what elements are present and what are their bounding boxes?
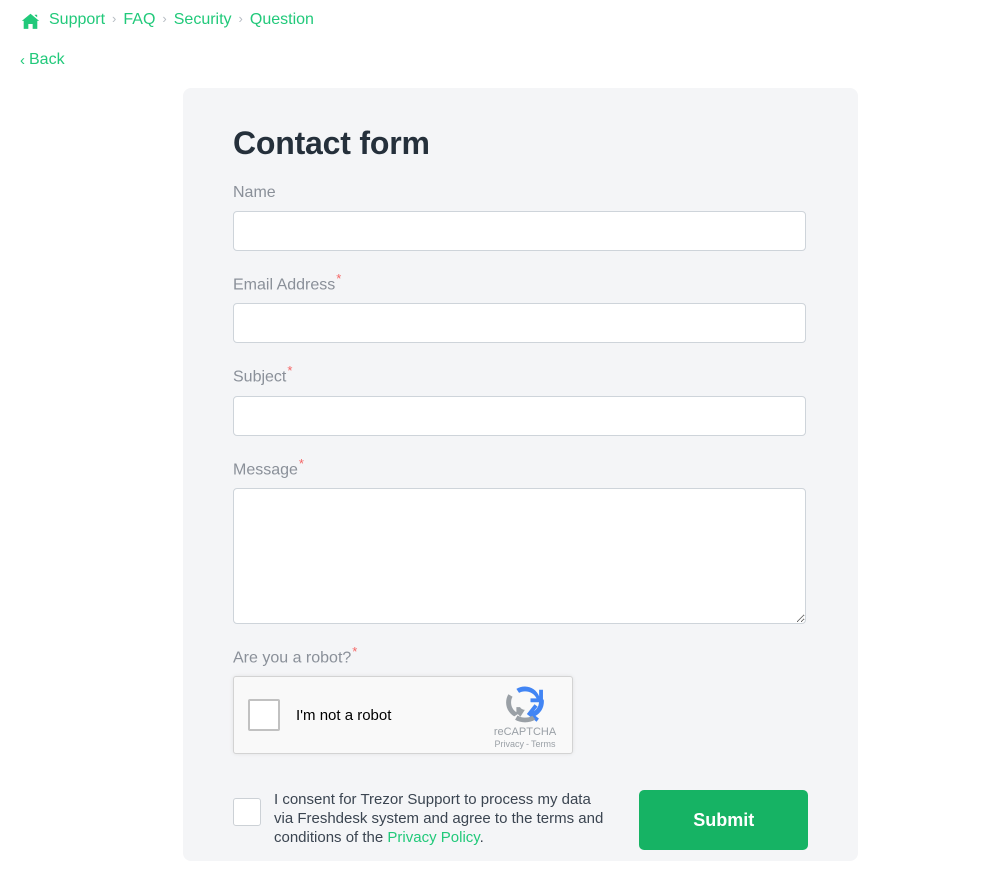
subject-input[interactable] — [233, 395, 806, 436]
back-link[interactable]: ‹ Back — [20, 49, 65, 71]
recaptcha-links: Privacy - Terms — [486, 739, 564, 750]
recaptcha-branding: reCAPTCHA Privacy - Terms — [486, 681, 564, 750]
recaptcha-checkbox[interactable] — [248, 699, 280, 732]
submit-button[interactable]: Submit — [639, 790, 808, 851]
privacy-policy-link[interactable]: Privacy Policy — [387, 829, 479, 846]
name-input[interactable] — [233, 211, 806, 251]
breadcrumb-separator: › — [162, 11, 167, 26]
consent-checkbox[interactable] — [233, 798, 261, 827]
breadcrumb-item-question[interactable]: Question — [250, 9, 314, 31]
label-robot-text: Are you a robot? — [233, 649, 352, 667]
breadcrumb: Support › FAQ › Security › Question — [21, 9, 314, 31]
consent-text: I consent for Trezor Support to process … — [274, 790, 609, 847]
chevron-left-icon: ‹ — [20, 51, 25, 69]
required-asterisk: * — [352, 643, 358, 659]
breadcrumb-item-support[interactable]: Support — [49, 9, 105, 31]
consent-text-after: . — [479, 829, 484, 847]
email-input[interactable] — [233, 303, 806, 344]
recaptcha-terms-link[interactable]: Terms — [531, 739, 556, 749]
field-email: Email Address* — [233, 272, 808, 344]
contact-form-card: Contact form Name Email Address* Subject… — [183, 88, 858, 861]
label-email-text: Email Address — [233, 276, 336, 294]
recaptcha-link-separator: - — [526, 738, 529, 749]
required-asterisk: * — [298, 455, 304, 471]
label-email: Email Address* — [233, 272, 808, 295]
label-robot: Are you a robot?* — [233, 645, 808, 668]
label-message-text: Message — [233, 460, 298, 478]
breadcrumb-item-faq[interactable]: FAQ — [123, 9, 155, 31]
back-label: Back — [29, 51, 65, 68]
label-subject: Subject* — [233, 364, 808, 387]
label-subject-text: Subject — [233, 368, 287, 386]
required-asterisk: * — [287, 363, 293, 379]
recaptcha-privacy-link[interactable]: Privacy — [494, 739, 524, 749]
field-name: Name — [233, 183, 808, 251]
field-message: Message* — [233, 457, 808, 624]
field-robot: Are you a robot?* I'm not a robot reCAPT… — [233, 645, 808, 755]
recaptcha-brand-name: reCAPTCHA — [493, 725, 557, 738]
required-asterisk: * — [336, 271, 342, 286]
consent-submit-row: I consent for Trezor Support to process … — [233, 778, 808, 851]
label-name: Name — [233, 183, 808, 203]
label-name-text: Name — [233, 184, 276, 201]
field-subject: Subject* — [233, 364, 808, 436]
recaptcha-widget[interactable]: I'm not a robot reCAPTCHA Privacy - Terms — [233, 676, 573, 755]
breadcrumb-item-security[interactable]: Security — [174, 9, 232, 31]
recaptcha-label: I'm not a robot — [296, 706, 392, 724]
recaptcha-logo-icon — [506, 686, 544, 723]
page-title: Contact form — [233, 125, 430, 161]
message-textarea[interactable] — [233, 487, 806, 624]
breadcrumb-separator: › — [238, 11, 243, 26]
breadcrumb-separator: › — [112, 11, 117, 26]
label-message: Message* — [233, 457, 808, 480]
home-icon[interactable] — [21, 13, 40, 30]
